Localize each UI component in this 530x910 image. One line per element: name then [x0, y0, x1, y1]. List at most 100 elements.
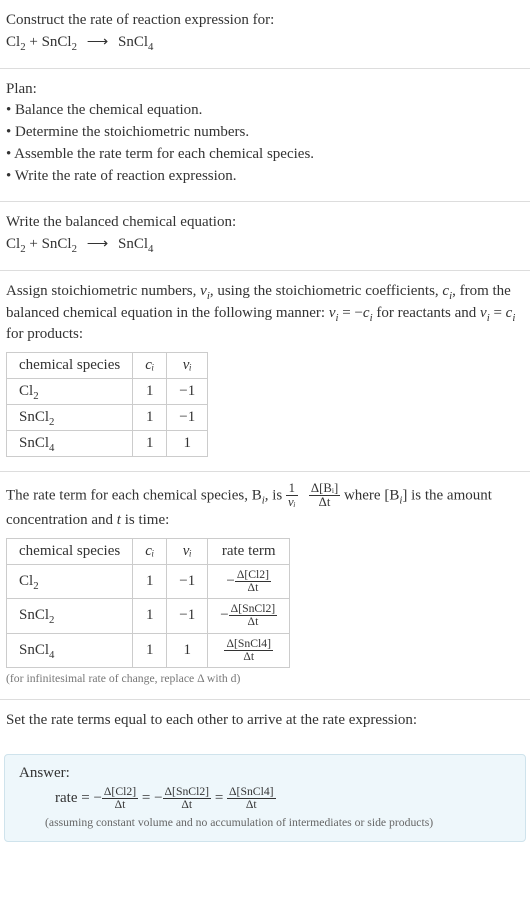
- bal-cl2: Cl: [6, 236, 20, 252]
- plan-bullet-2: • Determine the stoichiometric numbers.: [6, 122, 524, 144]
- an3: Δ[SnCl4]: [227, 786, 276, 799]
- dB-over-dt: Δ[Bᵢ] Δt: [309, 482, 340, 510]
- th-rateterm: rate term: [208, 538, 290, 564]
- bal-arrow-icon: ⟶: [87, 234, 109, 256]
- d3: Δt: [224, 651, 273, 663]
- an1: Δ[Cl2]: [102, 786, 138, 799]
- balanced-heading: Write the balanced chemical equation:: [6, 212, 524, 234]
- nu-den: νᵢ: [286, 496, 298, 509]
- stoich-text-d: for reactants and: [373, 305, 480, 321]
- ans-frac1: Δ[Cl2]Δt: [102, 786, 138, 812]
- prompt-text: Construct the rate of reaction expressio…: [6, 10, 524, 32]
- rt-e: is time:: [121, 512, 169, 528]
- th-ci: cᵢ: [133, 353, 167, 379]
- rsp3: SnCl: [19, 642, 49, 658]
- d2: Δt: [229, 616, 278, 628]
- n2: Δ[SnCl2]: [229, 603, 278, 616]
- nu-symbol: ν: [200, 283, 207, 299]
- stoich-text-e: for products:: [6, 326, 83, 342]
- cell-nui: 1: [167, 633, 208, 668]
- cell-ci: 1: [133, 599, 167, 634]
- cell-nui: −1: [167, 564, 208, 599]
- rsp1s: 2: [33, 580, 38, 592]
- eq-react: = −: [338, 305, 362, 321]
- c-eq-r-sub: i: [512, 312, 515, 324]
- answer-label: Answer:: [19, 765, 511, 782]
- th-species: chemical species: [7, 538, 133, 564]
- neg1: −: [93, 790, 101, 806]
- cell-nui: −1: [167, 405, 208, 431]
- rsp1: Cl: [19, 573, 33, 589]
- table-header-row: chemical species cᵢ νᵢ rate term: [7, 538, 290, 564]
- table-row: SnCl4 1 1 Δ[SnCl4]Δt: [7, 633, 290, 668]
- plan-bullet-1: • Balance the chemical equation.: [6, 100, 524, 122]
- plan-heading: Plan:: [6, 79, 524, 101]
- sp2: SnCl: [19, 409, 49, 425]
- sp3s: 4: [49, 442, 54, 454]
- table-header-row: chemical species cᵢ νᵢ: [7, 353, 208, 379]
- cell-ci: 1: [133, 633, 167, 668]
- rateterm-note: (for infinitesimal rate of change, repla…: [6, 672, 524, 685]
- setequal-text: Set the rate terms equal to each other t…: [6, 710, 524, 732]
- frac2: Δ[SnCl2]Δt: [229, 603, 278, 629]
- arrow-icon: ⟶: [87, 32, 109, 54]
- stoich-paragraph: Assign stoichiometric numbers, ν i , using…: [6, 281, 524, 346]
- ans-frac2: Δ[SnCl2]Δt: [163, 786, 212, 812]
- setequal-section: Set the rate terms equal to each other t…: [0, 700, 530, 746]
- balanced-equation: Cl2 + SnCl2 ⟶ SnCl4: [6, 234, 524, 256]
- plus-1: +: [26, 34, 42, 50]
- cell-species: Cl2: [7, 564, 133, 599]
- bal-sncl2-sub: 2: [72, 243, 77, 255]
- rateterm-section: The rate term for each chemical species,…: [0, 472, 530, 700]
- cell-species: SnCl4: [7, 431, 133, 457]
- table-row: SnCl4 1 1: [7, 431, 208, 457]
- frac3: Δ[SnCl4]Δt: [224, 638, 273, 664]
- sign2: −: [220, 607, 228, 623]
- frac1: Δ[Cl2]Δt: [235, 569, 271, 595]
- cell-ci: 1: [133, 431, 167, 457]
- dB-num: Δ[Bᵢ]: [309, 482, 340, 496]
- stoich-table: chemical species cᵢ νᵢ Cl2 1 −1 SnCl2 1 …: [6, 352, 208, 457]
- dB-den: Δt: [309, 496, 340, 509]
- th-species: chemical species: [7, 353, 133, 379]
- stoich-text-b: , using the stoichiometric coefficients,: [210, 283, 443, 299]
- reactant-sncl2: SnCl: [42, 34, 72, 50]
- reactant-cl2: Cl: [6, 34, 20, 50]
- ans-frac3: Δ[SnCl4]Δt: [227, 786, 276, 812]
- eq-prod: =: [490, 305, 506, 321]
- cell-species: SnCl2: [7, 599, 133, 634]
- answer-expression: rate = −Δ[Cl2]Δt = −Δ[SnCl2]Δt = Δ[SnCl4…: [19, 786, 511, 812]
- th-nui: νᵢ: [167, 538, 208, 564]
- rt-a: The rate term for each chemical species,…: [6, 487, 262, 503]
- cell-rateterm: −Δ[Cl2]Δt: [208, 564, 290, 599]
- table-row: SnCl2 1 −1: [7, 405, 208, 431]
- rate-prefix: rate =: [55, 790, 93, 806]
- answer-box: Answer: rate = −Δ[Cl2]Δt = −Δ[SnCl2]Δt =…: [4, 754, 526, 842]
- an2: Δ[SnCl2]: [163, 786, 212, 799]
- n1: Δ[Cl2]: [235, 569, 271, 582]
- bal-sncl2: SnCl: [42, 236, 72, 252]
- th-nui: νᵢ: [167, 353, 208, 379]
- stoich-text-a: Assign stoichiometric numbers,: [6, 283, 200, 299]
- neg2: −: [154, 790, 162, 806]
- rateterm-paragraph: The rate term for each chemical species,…: [6, 482, 524, 532]
- plan-bullet-3: • Assemble the rate term for each chemic…: [6, 144, 524, 166]
- cell-species: SnCl2: [7, 405, 133, 431]
- one-over-nu: 1 νᵢ: [286, 482, 298, 510]
- rsp3s: 4: [49, 649, 54, 661]
- eq1: =: [142, 790, 154, 806]
- one-num: 1: [286, 482, 298, 496]
- eq2: =: [215, 790, 227, 806]
- d1: Δt: [235, 582, 271, 594]
- answer-note: (assuming constant volume and no accumul…: [19, 816, 511, 829]
- plan-bullet-4: • Write the rate of reaction expression.: [6, 166, 524, 188]
- cell-ci: 1: [133, 379, 167, 405]
- rateterm-table: chemical species cᵢ νᵢ rate term Cl2 1 −…: [6, 538, 290, 669]
- cell-rateterm: Δ[SnCl4]Δt: [208, 633, 290, 668]
- rt-c: where [B: [344, 487, 399, 503]
- ad3: Δt: [227, 799, 276, 811]
- n3: Δ[SnCl4]: [224, 638, 273, 651]
- c-eq-l: c: [363, 305, 370, 321]
- rsp2s: 2: [49, 614, 54, 626]
- plan-section: Plan: • Balance the chemical equation. •…: [0, 69, 530, 203]
